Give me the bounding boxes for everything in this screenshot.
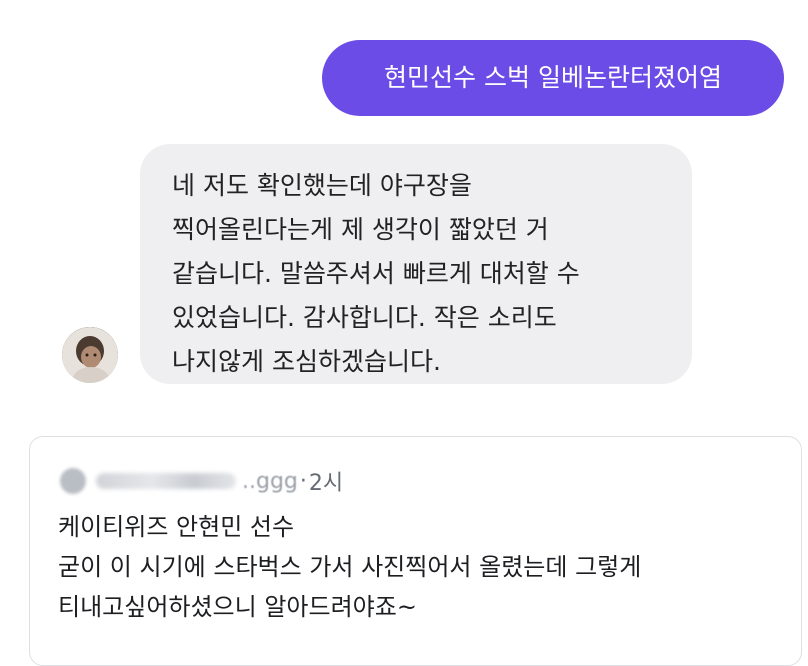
comment-author-avatar[interactable] xyxy=(60,468,86,494)
received-message-line: 네 저도 확인했는데 야구장을 xyxy=(172,171,472,200)
comment-card: ..ggg · 2시 케이티위즈 안현민 선수 굳이 이 시기에 스타벅스 가서… xyxy=(29,436,802,666)
received-message-line: 있었습니다. 감사합니다. 작은 소리도 xyxy=(172,303,557,332)
comment-author-name-blurred[interactable] xyxy=(96,473,236,489)
sent-message-bubble[interactable]: 현민선수 스벅 일베논란터졌어염 xyxy=(322,40,784,116)
chat-area: 현민선수 스벅 일베논란터졌어염 네 저도 확인했는데 야구장을 찍어올린다는게… xyxy=(0,0,808,430)
comment-body: 케이티위즈 안현민 선수 굳이 이 시기에 스타벅스 가서 사진찍어서 올렸는데… xyxy=(58,507,641,627)
avatar-photo-icon xyxy=(62,327,118,383)
received-message-line: 찍어올린다는게 제 생각이 짧았던 거 xyxy=(172,215,549,244)
received-message-line: 같습니다. 말씀주셔서 빠르게 대처할 수 xyxy=(172,259,580,288)
comment-timestamp: 2시 xyxy=(308,471,344,496)
sender-avatar[interactable] xyxy=(62,327,118,383)
comment-header: ..ggg · 2시 xyxy=(60,467,344,496)
received-message-bubble[interactable]: 네 저도 확인했는데 야구장을 찍어올린다는게 제 생각이 짧았던 거 같습니다… xyxy=(140,144,692,384)
received-message-line: 나지않게 조심하겠습니다. xyxy=(172,347,441,376)
comment-body-line: 케이티위즈 안현민 선수 xyxy=(58,513,295,541)
comment-author-name-suffix[interactable]: ..ggg xyxy=(242,469,298,494)
comment-separator: · xyxy=(299,468,307,494)
comment-body-line: 티내고싶어하셨으니 알아드려야죠~ xyxy=(58,593,417,621)
comment-body-line: 굳이 이 시기에 스타벅스 가서 사진찍어서 올렸는데 그렇게 xyxy=(58,553,642,581)
